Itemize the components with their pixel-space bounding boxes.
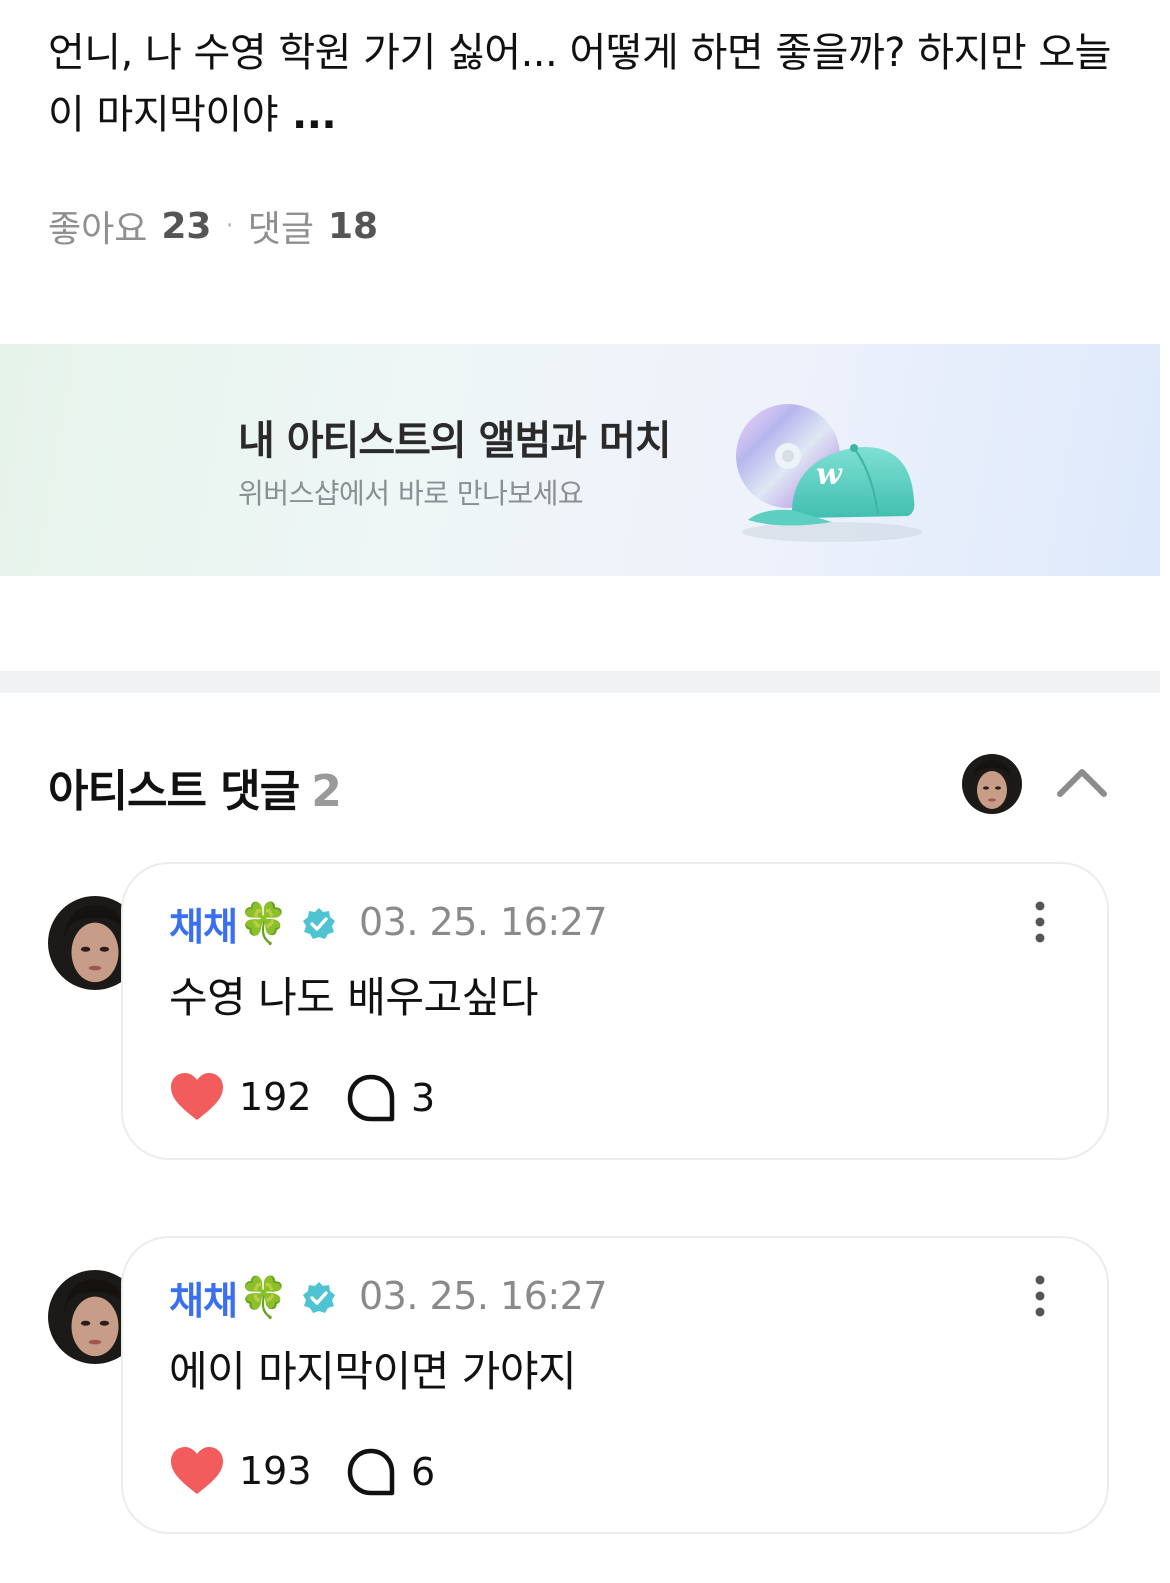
like-count: 192 [239, 1075, 312, 1119]
author-name: 채채 [169, 1279, 238, 1323]
comment-time: 03. 25. 16:27 [359, 1274, 608, 1318]
reply-count: 3 [411, 1076, 436, 1120]
reply-count: 6 [411, 1450, 436, 1494]
stats-separator: · [225, 211, 234, 241]
weverse-shop-banner[interactable]: 내 아티스트의 앨범과 머치 위버스샵에서 바로 만나보세요 w [0, 344, 1160, 576]
cap-w-mark: w [816, 457, 843, 492]
likes-label: 좋아요 [48, 209, 148, 250]
like-button[interactable]: 193 [169, 1446, 312, 1496]
comments-label: 댓글 [247, 209, 314, 250]
likes-count: 23 [161, 205, 212, 247]
speech-bubble-icon [347, 1448, 395, 1496]
artist-comments-count: 2 [311, 766, 342, 817]
verified-badge-icon [302, 1281, 335, 1313]
speech-bubble-icon [347, 1074, 395, 1122]
author-name: 채채 [169, 905, 238, 949]
post-stats: 좋아요 23 · 댓글 18 [48, 200, 378, 252]
comments-count: 18 [328, 205, 379, 247]
more-menu-icon[interactable] [1025, 1274, 1055, 1318]
reply-button[interactable]: 6 [347, 1448, 435, 1496]
cd-and-cap-icon: w [736, 404, 922, 542]
section-divider [0, 671, 1160, 693]
banner-title: 내 아티스트의 앨범과 머치 [238, 418, 672, 464]
verified-badge-icon [302, 907, 335, 939]
clover-icon: 🍀 [238, 901, 289, 947]
clover-icon: 🍀 [238, 1275, 289, 1321]
comment-time: 03. 25. 16:27 [359, 900, 608, 944]
post-body: 언니, 나 수영 학원 가기 싫어... 어떻게 하면 좋을까? 하지만 오늘이… [48, 30, 1111, 138]
artist-comments-title: 아티스트 댓글 2 [48, 755, 342, 819]
comment-author[interactable]: 채채 🍀 [169, 896, 336, 951]
like-count: 193 [239, 1449, 312, 1493]
reply-button[interactable]: 3 [347, 1074, 435, 1122]
comment-author[interactable]: 채채 🍀 [169, 1270, 336, 1325]
artist-avatar[interactable] [962, 754, 1022, 814]
comment-text: 수영 나도 배우고싶다 [169, 973, 538, 1022]
comment-text: 에이 마지막이면 가야지 [169, 1347, 577, 1396]
comment-card[interactable]: 채채 🍀 03. 25. 16:27 수영 나도 배우고싶다 192 3 [121, 862, 1109, 1160]
heart-icon [171, 1447, 223, 1494]
like-button[interactable]: 192 [169, 1072, 312, 1122]
comment-card[interactable]: 채채 🍀 03. 25. 16:27 에이 마지막이면 가야지 193 6 [121, 1236, 1109, 1534]
avatar-photo [962, 754, 1022, 814]
post-text: 언니, 나 수영 학원 가기 싫어... 어떻게 하면 좋을까? 하지만 오늘이… [48, 22, 1138, 146]
artist-comments-label: 아티스트 댓글 [48, 766, 300, 817]
heart-icon [171, 1073, 223, 1120]
banner-subtitle: 위버스샵에서 바로 만나보세요 [238, 477, 584, 510]
chevron-up-icon[interactable] [1054, 760, 1110, 804]
more-menu-icon[interactable] [1025, 900, 1055, 944]
more-ellipsis[interactable]: ... [292, 92, 337, 138]
